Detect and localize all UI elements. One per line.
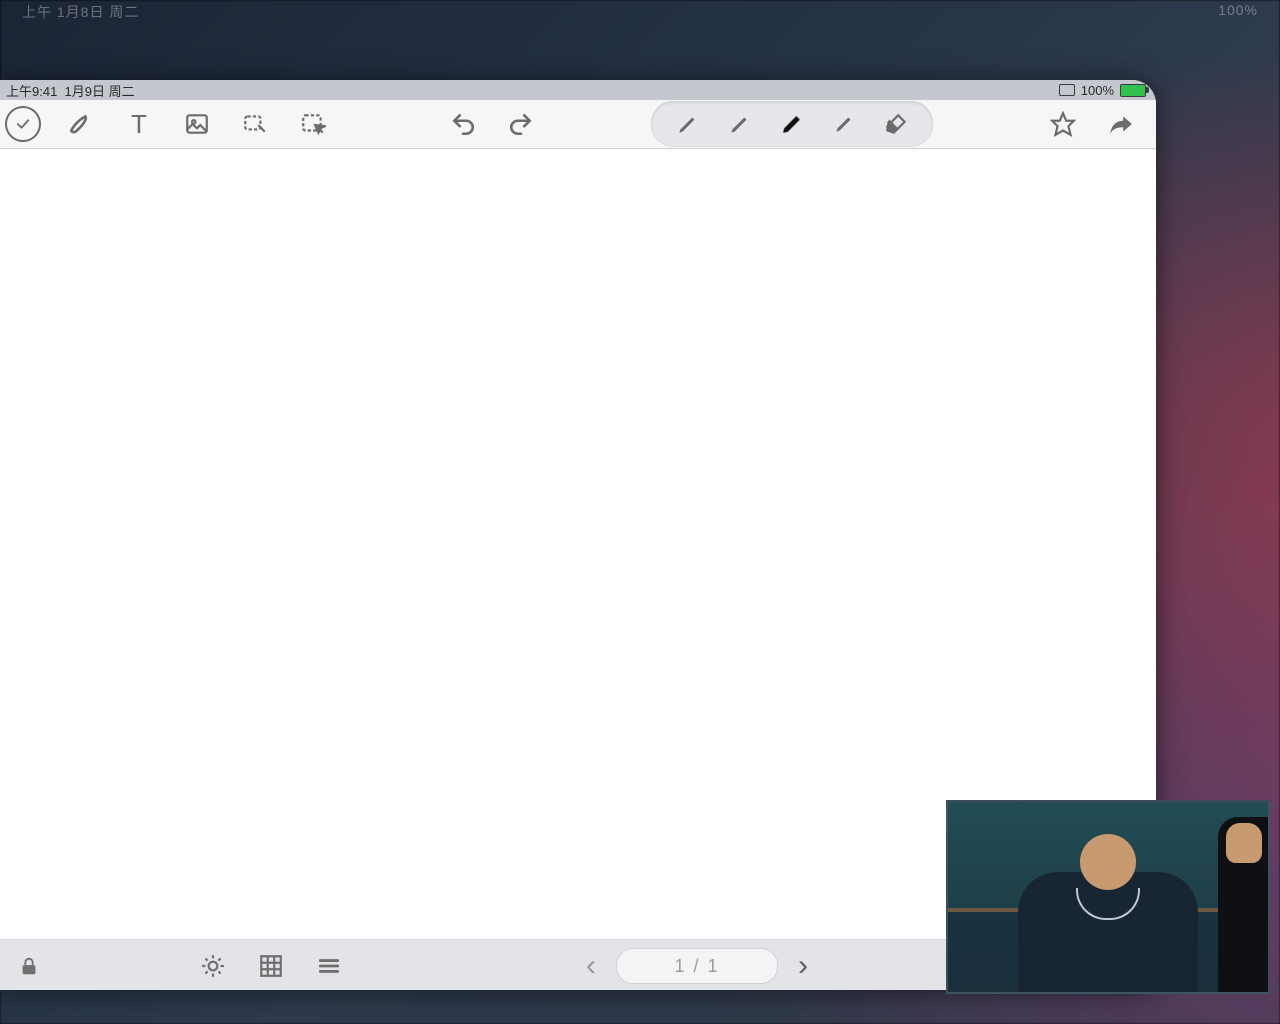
pen-icon [675, 111, 701, 137]
status-left: 上午9:41 1月9日 周二 [6, 81, 135, 100]
page-indicator-text: 1 / 1 [674, 956, 719, 977]
prev-page-button: ‹ [586, 951, 596, 981]
status-date: 1月9日 周二 [65, 84, 135, 99]
brushpen-icon [779, 111, 805, 137]
share-button[interactable] [1102, 105, 1140, 143]
pen-tray [651, 101, 933, 147]
highlighter-icon [831, 111, 857, 137]
screen-mirror-icon [1059, 84, 1075, 96]
pen-tool-1[interactable] [671, 107, 705, 141]
presenter-figure [1018, 822, 1198, 992]
ipad-statusbar: 上午9:41 1月9日 周二 100% [0, 80, 1156, 100]
brush-tool-button[interactable] [62, 105, 100, 143]
webcam-pip[interactable] [946, 800, 1270, 994]
favorite-button[interactable] [1044, 105, 1082, 143]
pen-tool-3-active[interactable] [775, 107, 809, 141]
status-time: 上午9:41 [6, 84, 57, 99]
highlighter-tool[interactable] [827, 107, 861, 141]
pencil-icon [727, 111, 753, 137]
lock-button[interactable] [14, 951, 44, 981]
lasso-icon [242, 111, 268, 137]
redo-button[interactable] [502, 105, 540, 143]
top-toolbar: T [0, 100, 1156, 149]
menu-icon [316, 953, 342, 979]
pointer-icon [300, 111, 326, 137]
eraser-tool[interactable] [879, 107, 913, 141]
text-icon: T [131, 109, 147, 140]
outer-status-right: 100% [1218, 2, 1258, 26]
select-tool-button[interactable] [294, 105, 332, 143]
pen-tool-2[interactable] [723, 107, 757, 141]
next-page-button[interactable]: › [798, 951, 808, 981]
battery-icon [1120, 84, 1146, 97]
star-icon [1050, 111, 1076, 137]
lock-icon [18, 955, 40, 977]
brightness-button[interactable] [194, 947, 232, 985]
sun-icon [200, 953, 226, 979]
checkmark-circle-icon [5, 106, 41, 142]
redo-icon [508, 111, 534, 137]
outer-status-left: 上午 1月8日 周二 [22, 2, 139, 26]
grid-button[interactable] [252, 947, 290, 985]
text-tool-button[interactable]: T [120, 105, 158, 143]
grid-icon [258, 953, 284, 979]
second-figure [1218, 817, 1268, 992]
image-tool-button[interactable] [178, 105, 216, 143]
done-button[interactable] [4, 105, 42, 143]
outer-statusbar: 上午 1月8日 周二 100% [0, 0, 1280, 26]
undo-icon [450, 111, 476, 137]
list-button[interactable] [310, 947, 348, 985]
share-icon [1108, 111, 1134, 137]
brush-icon [68, 111, 94, 137]
undo-button[interactable] [444, 105, 482, 143]
page-indicator[interactable]: 1 / 1 [616, 948, 778, 984]
status-right: 100% [1059, 83, 1146, 98]
eraser-icon [883, 111, 909, 137]
image-icon [184, 111, 210, 137]
lasso-tool-button[interactable] [236, 105, 274, 143]
status-battery-pct: 100% [1081, 83, 1114, 98]
